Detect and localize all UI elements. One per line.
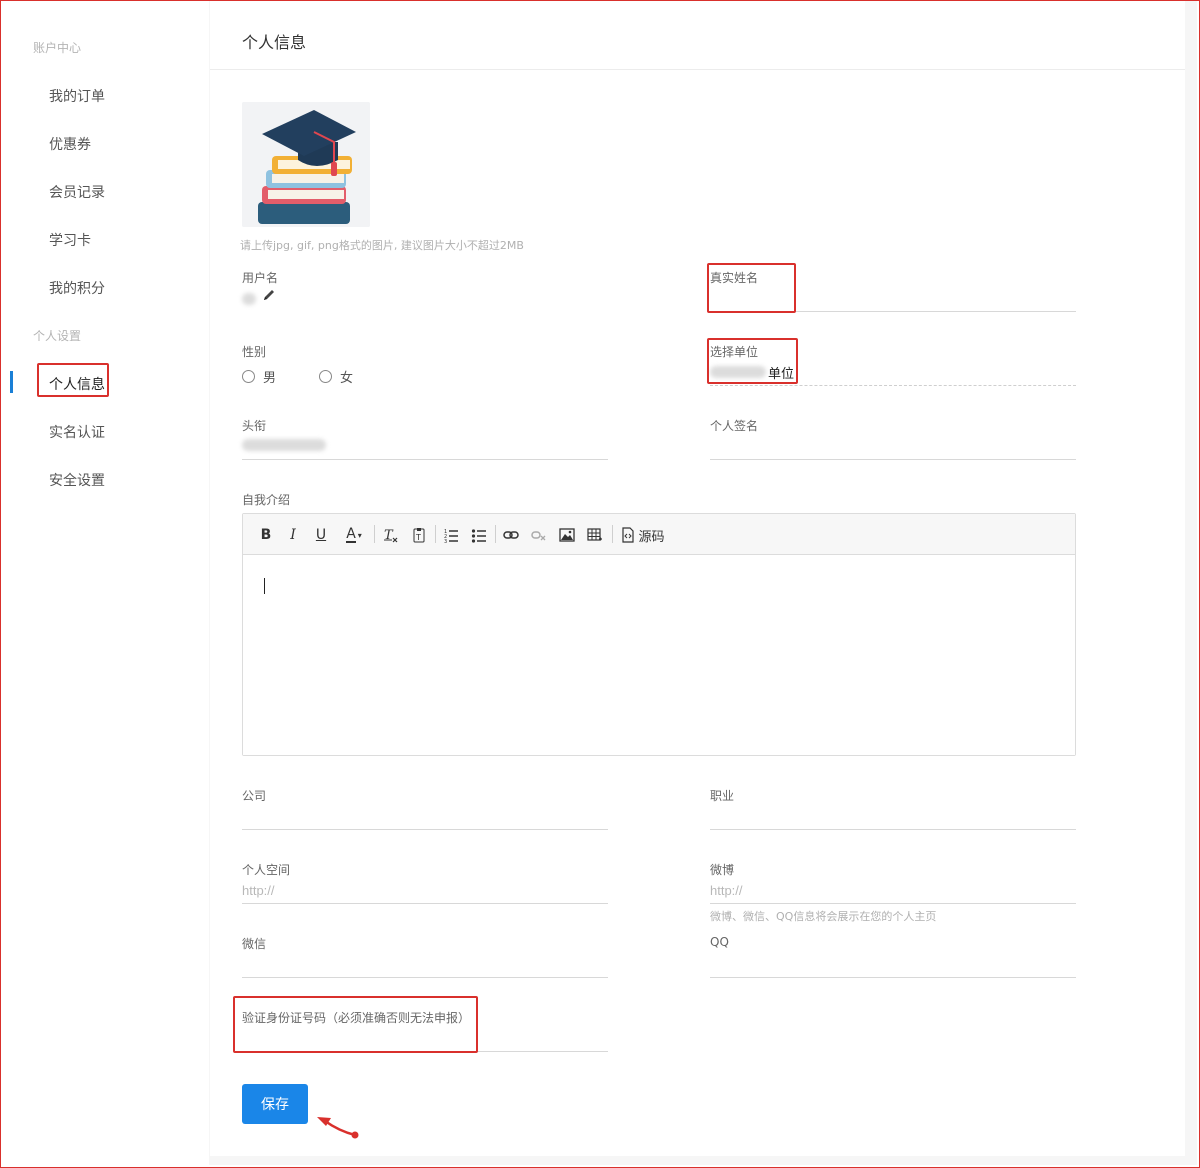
annotation-arrow-icon	[317, 1117, 359, 1139]
svg-text:3: 3	[444, 539, 447, 543]
social-hint: 微博、微信、QQ信息将会展示在您的个人主页	[710, 910, 937, 923]
edit-pencil-icon[interactable]	[262, 287, 276, 306]
source-code-label: 源码	[638, 529, 665, 545]
annotation-box-profile	[37, 363, 109, 397]
avatar-upload[interactable]	[242, 102, 370, 227]
space-underline	[242, 903, 608, 904]
signature-label: 个人签名	[710, 419, 759, 433]
sidebar-item-points[interactable]: 我的积分	[49, 278, 105, 298]
qq-label: QQ	[710, 935, 729, 949]
unlink-icon[interactable]	[528, 524, 550, 546]
main-header: 个人信息	[210, 1, 1185, 70]
sidebar: 账户中心 我的订单 优惠券 会员记录 学习卡 我的积分 个人设置 个人信息 实名…	[1, 1, 209, 1165]
space-input[interactable]	[242, 879, 608, 901]
unit-underline	[710, 385, 1076, 386]
editor-toolbar: B I U A ▾ T T 123 源码	[243, 514, 1075, 555]
gender-label: 性别	[242, 345, 267, 359]
svg-text:T: T	[415, 533, 421, 542]
annotation-box-realname	[707, 263, 796, 313]
annotation-box-idcard	[233, 996, 478, 1053]
gender-radio-female[interactable]: 女	[319, 367, 353, 386]
sidebar-item-coupons[interactable]: 优惠券	[49, 134, 91, 154]
title-value-redacted	[242, 439, 326, 451]
source-code-button[interactable]: 源码	[619, 524, 667, 546]
link-icon[interactable]	[500, 524, 522, 546]
signature-input[interactable]	[710, 435, 1076, 457]
svg-text:T: T	[384, 528, 394, 543]
radio-circle-icon	[319, 370, 332, 383]
sidebar-group-account: 账户中心	[33, 41, 82, 55]
toolbar-separator	[612, 525, 613, 543]
paste-text-icon[interactable]: T	[408, 524, 430, 546]
qq-input[interactable]	[710, 953, 1076, 975]
weibo-input[interactable]	[710, 879, 1076, 901]
gender-option-female: 女	[340, 371, 354, 386]
font-color-button[interactable]: A ▾	[341, 524, 367, 546]
weibo-underline	[710, 903, 1076, 904]
graduation-cap-books-image	[242, 102, 370, 227]
company-underline	[242, 829, 608, 830]
weibo-label: 微博	[710, 863, 735, 877]
source-file-icon	[622, 527, 635, 543]
avatar-hint: 请上传jpg, gif, png格式的图片, 建议图片大小不超过2MB	[240, 239, 524, 252]
table-icon[interactable]	[584, 524, 606, 546]
toolbar-separator	[374, 525, 375, 543]
active-indicator	[10, 371, 13, 393]
page: 账户中心 我的订单 优惠券 会员记录 学习卡 我的积分 个人设置 个人信息 实名…	[1, 1, 1197, 1165]
rich-text-editor: B I U A ▾ T T 123 源码	[242, 513, 1076, 756]
save-button[interactable]: 保存	[242, 1084, 308, 1124]
sidebar-item-verification[interactable]: 实名认证	[49, 422, 105, 442]
editor-content-area[interactable]	[243, 555, 1075, 755]
italic-button[interactable]: I	[284, 524, 302, 546]
text-caret	[264, 578, 265, 594]
dropdown-caret-icon: ▾	[357, 530, 362, 540]
sidebar-item-membership[interactable]: 会员记录	[49, 182, 105, 202]
bold-button[interactable]: B	[257, 524, 275, 546]
sidebar-item-orders[interactable]: 我的订单	[49, 86, 105, 106]
image-icon[interactable]	[556, 524, 578, 546]
ordered-list-icon[interactable]: 123	[440, 524, 462, 546]
username-value-redacted	[242, 293, 256, 305]
gender-radio-male[interactable]: 男	[242, 367, 276, 386]
wechat-input[interactable]	[242, 953, 608, 975]
sidebar-item-study-card[interactable]: 学习卡	[49, 230, 91, 250]
sidebar-item-security[interactable]: 安全设置	[49, 470, 105, 490]
annotation-box-unit	[707, 338, 798, 384]
intro-label: 自我介绍	[242, 493, 291, 507]
company-label: 公司	[242, 789, 267, 803]
clear-format-icon[interactable]: T	[380, 524, 402, 546]
toolbar-separator	[435, 525, 436, 543]
signature-underline	[710, 459, 1076, 460]
toolbar-separator	[495, 525, 496, 543]
job-label: 职业	[710, 789, 735, 803]
sidebar-group-personal: 个人设置	[33, 329, 82, 343]
page-title: 个人信息	[242, 33, 307, 52]
wechat-label: 微信	[242, 937, 267, 951]
job-underline	[710, 829, 1076, 830]
radio-circle-icon	[242, 370, 255, 383]
space-label: 个人空间	[242, 863, 291, 877]
gender-option-male: 男	[263, 371, 277, 386]
main-panel: 个人信息 请上传jpg, gif, png格式的图片, 建议图片大小不超过2MB…	[210, 1, 1185, 1156]
company-input[interactable]	[242, 805, 608, 827]
bullet-list-icon[interactable]	[468, 524, 490, 546]
underline-button[interactable]: U	[312, 524, 330, 546]
qq-underline	[710, 977, 1076, 978]
font-color-glyph: A	[346, 526, 356, 543]
username-label: 用户名	[242, 271, 279, 285]
job-input[interactable]	[710, 805, 1076, 827]
wechat-underline	[242, 977, 608, 978]
title-label: 头衔	[242, 419, 267, 433]
title-underline	[242, 459, 608, 460]
